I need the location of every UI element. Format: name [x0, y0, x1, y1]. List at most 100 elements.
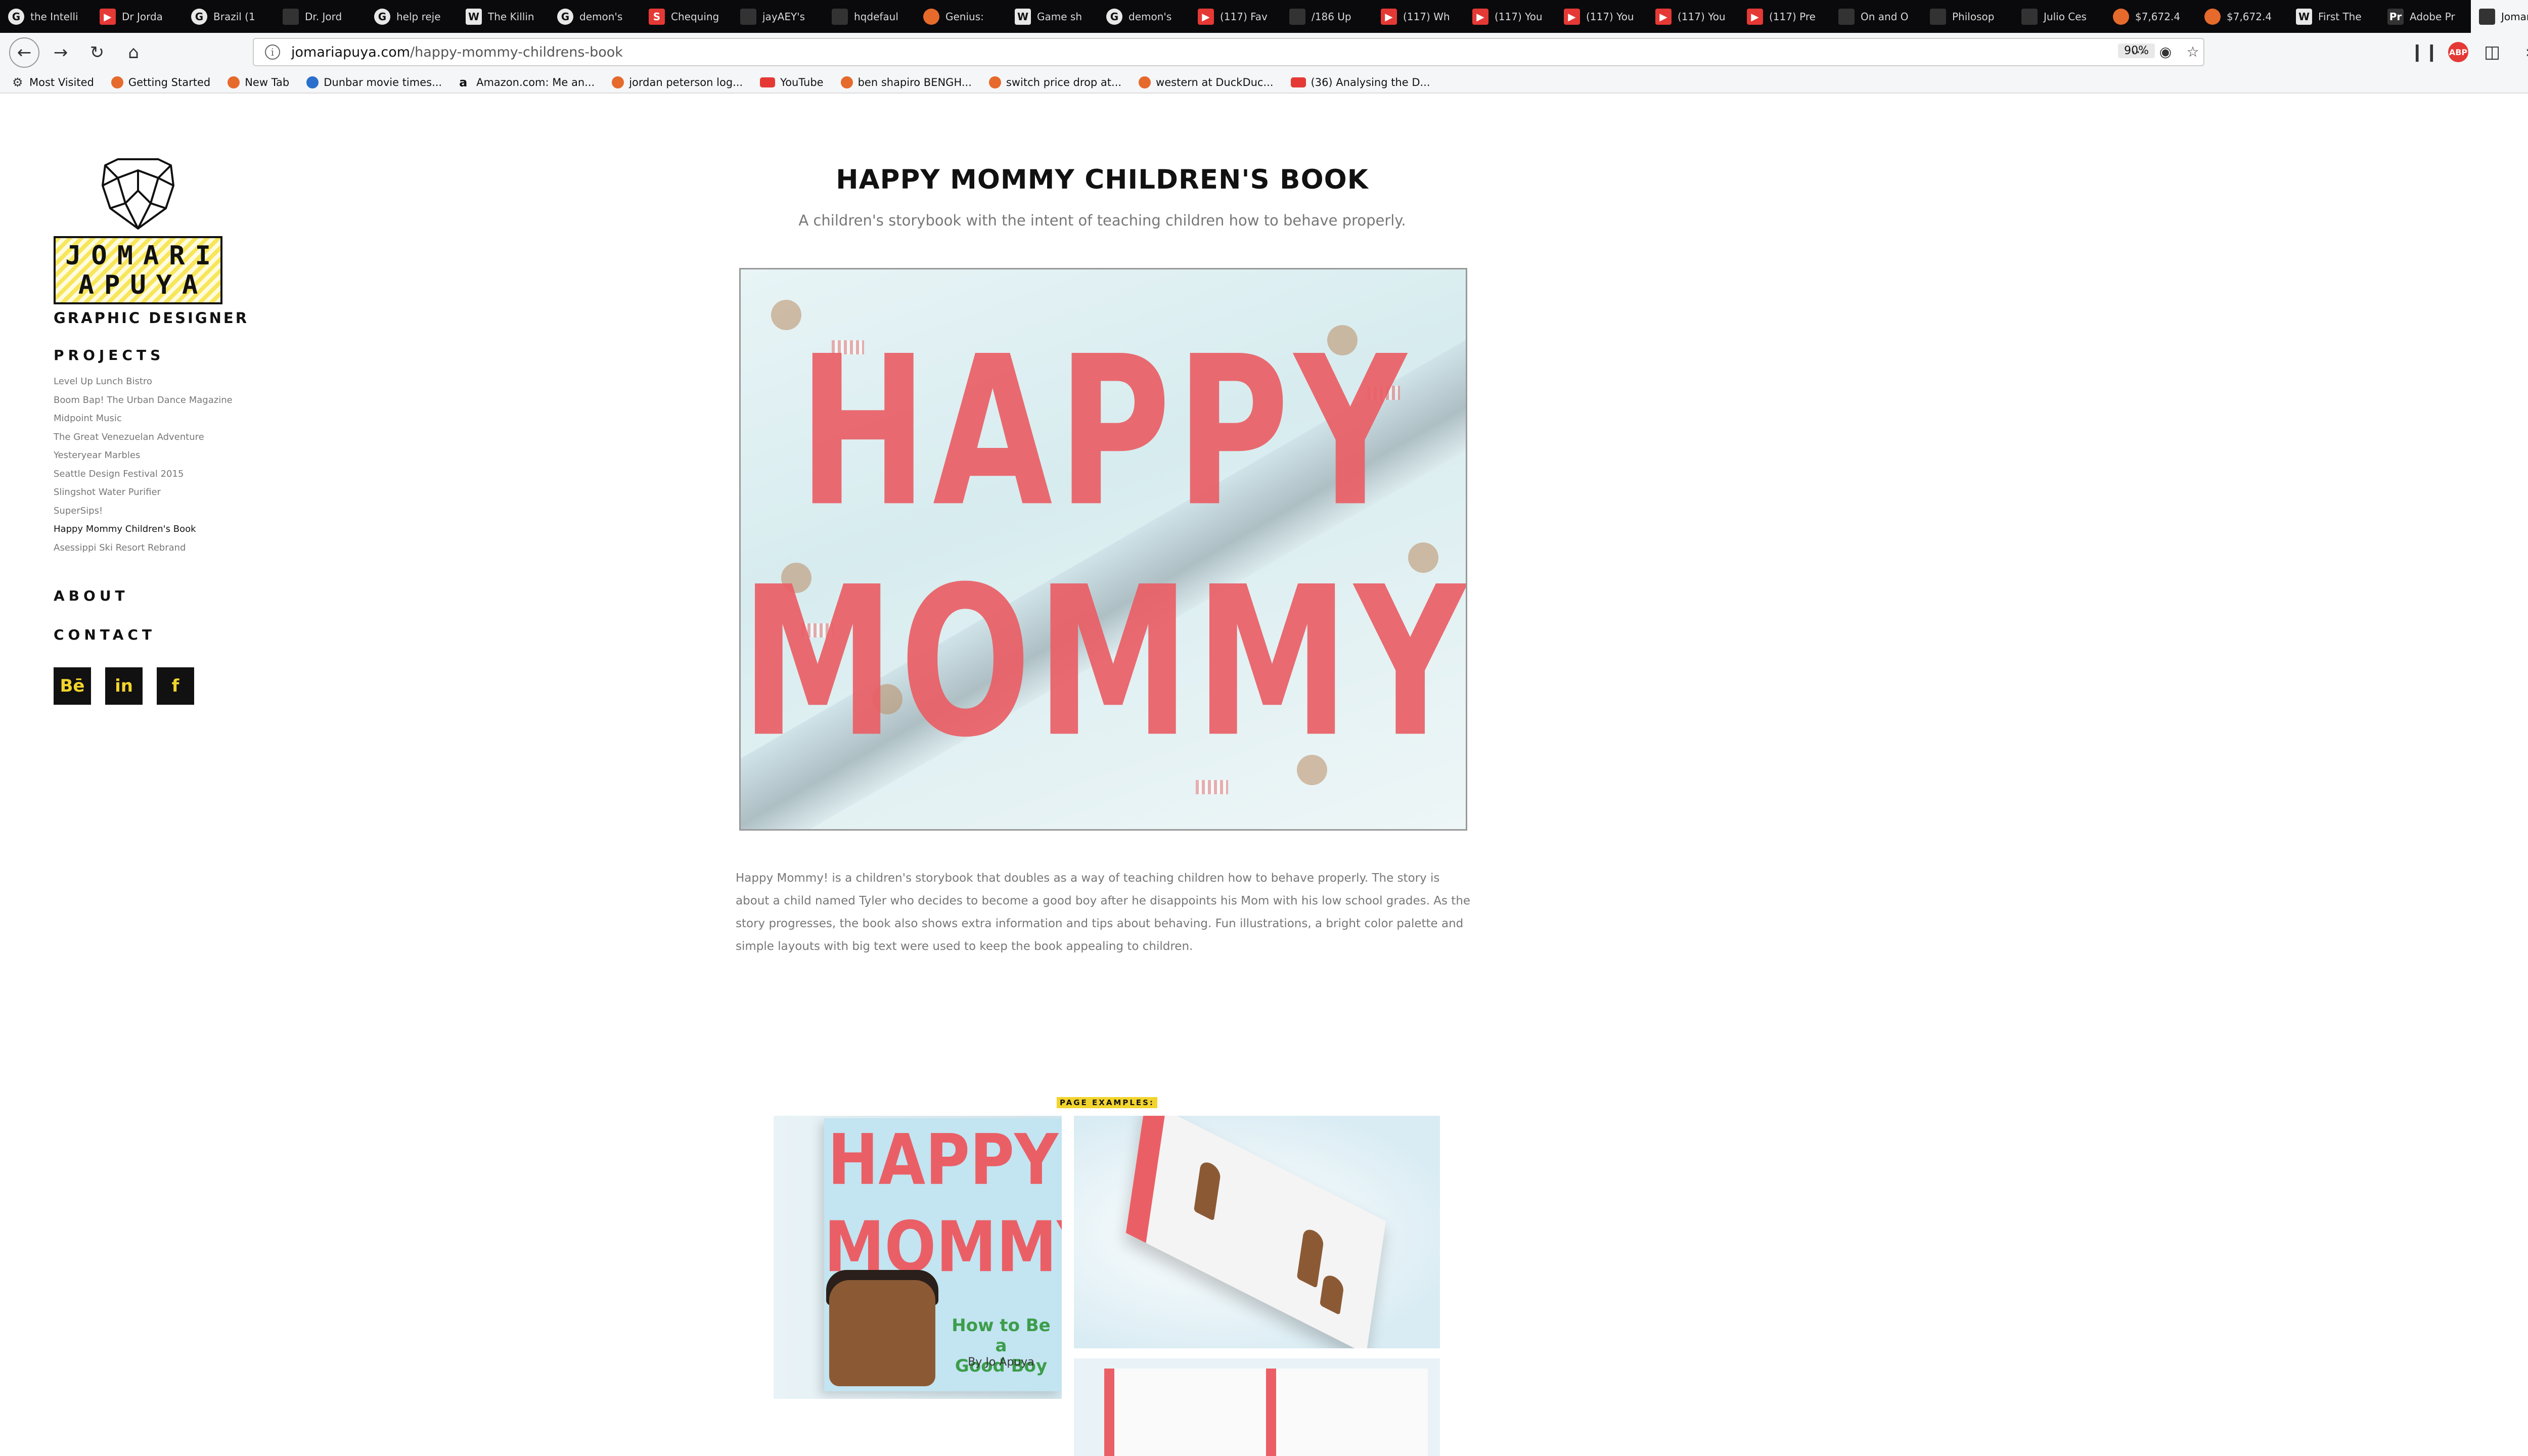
bookmark-item[interactable]: switch price drop at... — [988, 76, 1121, 88]
site-info-icon[interactable]: i — [265, 44, 280, 60]
site-icon — [2479, 8, 2495, 25]
forward-button[interactable]: → — [46, 37, 76, 68]
bookmark-item[interactable]: a Amazon.com: Me an... — [459, 76, 595, 88]
linkedin-icon[interactable]: in — [105, 667, 143, 705]
url-bar[interactable]: i jomariapuya.com/happy-mommy-childrens-… — [253, 38, 2204, 66]
adblock-icon[interactable]: ABP — [2448, 42, 2468, 62]
browser-tab[interactable]: Ghelp reje — [366, 0, 458, 33]
project-link[interactable]: Slingshot Water Purifier — [54, 483, 266, 502]
tab-label: First The — [2318, 10, 2362, 23]
bookmark-item[interactable]: ⚙ Most Visited — [12, 76, 94, 88]
browser-tab[interactable]: Jomar✕ — [2471, 0, 2528, 33]
page-actions-icon[interactable]: ⋯ — [2128, 41, 2149, 62]
browser-tab[interactable]: Gdemon's — [549, 0, 641, 33]
browser-tab[interactable]: /186 Up — [1281, 0, 1373, 33]
browser-tab[interactable]: S Chequing — [641, 0, 732, 33]
bookmark-item[interactable]: ben shapiro BENGH... — [840, 76, 972, 88]
reload-button[interactable]: ↻ — [82, 37, 112, 68]
browser-tab[interactable]: Julio Ces — [2013, 0, 2105, 33]
page-subtitle: A children's storybook with the intent o… — [798, 212, 1406, 229]
google-icon: G — [1106, 8, 1122, 25]
youtube-icon: ▶ — [1564, 8, 1580, 25]
browser-tab[interactable]: ▶ Dr Jorda — [92, 0, 183, 33]
projects-heading: PROJECTS — [54, 347, 165, 363]
example-cover-image[interactable]: HAPPY MOMMY How to Be a Good Boy By Jo A… — [774, 1116, 1062, 1399]
browser-tab[interactable]: W First The — [2288, 0, 2379, 33]
book-cover: HAPPY MOMMY How to Be a Good Boy By Jo A… — [824, 1118, 1062, 1391]
hero-title-line-2: MOMMY — [741, 542, 1467, 783]
bookmark-item[interactable]: YouTube — [760, 76, 824, 88]
bookmark-label: western at DuckDuc... — [1156, 76, 1274, 88]
browser-tab[interactable]: ▶ (117) You — [1556, 0, 1647, 33]
browser-tab[interactable]: $7,672.4 — [2196, 0, 2288, 33]
contact-link[interactable]: CONTACT — [54, 626, 266, 643]
tab-label: Philosop — [1952, 10, 1995, 23]
project-link[interactable]: Boom Bap! The Urban Dance Magazine — [54, 391, 266, 410]
browser-tab[interactable]: W The Killin — [458, 0, 549, 33]
tab-label: (117) You — [1495, 10, 1543, 23]
bookmark-item[interactable]: Dunbar movie times... — [306, 76, 442, 88]
home-button[interactable]: ⌂ — [118, 37, 149, 68]
browser-tab[interactable]: ▶ (117) Wh — [1373, 0, 1464, 33]
example-spread-image[interactable] — [1074, 1116, 1440, 1348]
facebook-icon[interactable]: f — [157, 667, 194, 705]
project-link[interactable]: Asessippi Ski Resort Rebrand — [54, 539, 266, 558]
bookmark-star-icon[interactable]: ☆ — [2182, 41, 2203, 62]
browser-tab[interactable]: ▶ (117) Fav — [1190, 0, 1281, 33]
site-icon — [740, 8, 756, 25]
adobe-icon: Pr — [2387, 8, 2404, 25]
browser-tab[interactable]: Philosop — [1922, 0, 2013, 33]
browser-tab[interactable]: ▶ (117) You — [1464, 0, 1556, 33]
browser-tab[interactable]: hqdefaul — [824, 0, 915, 33]
behance-icon[interactable]: Bē — [54, 667, 91, 705]
browser-tab[interactable]: ▶ (117) You — [1647, 0, 1739, 33]
bear-logo-icon[interactable] — [95, 155, 181, 231]
browser-tab[interactable]: Genius: — [915, 0, 1007, 33]
page-title: HAPPY MOMMY CHILDREN'S BOOK — [836, 164, 1369, 195]
book-page — [1104, 1369, 1266, 1456]
tab-label: (117) You — [1586, 10, 1634, 23]
bookmark-item[interactable]: Getting Started — [111, 76, 210, 88]
bookmark-item[interactable]: New Tab — [228, 76, 289, 88]
browser-tab[interactable]: jayAEY's — [732, 0, 824, 33]
project-link[interactable]: Seattle Design Festival 2015 — [54, 465, 266, 484]
site-icon — [1289, 8, 1305, 25]
logo-wordmark[interactable]: JOMARI APUYA — [54, 236, 222, 304]
project-link[interactable]: Midpoint Music — [54, 410, 266, 428]
project-link[interactable]: Level Up Lunch Bistro — [54, 373, 266, 391]
project-link[interactable]: Happy Mommy Children's Book — [54, 520, 266, 539]
tab-label: Game sh — [1037, 10, 1082, 23]
book-page — [1266, 1369, 1428, 1456]
library-icon[interactable]: ❙❙ — [2410, 37, 2439, 67]
project-link[interactable]: Yesteryear Marbles — [54, 446, 266, 465]
pocket-icon[interactable]: ◉ — [2155, 41, 2176, 62]
tab-label: /186 Up — [1312, 10, 1351, 23]
tab-label: (117) Fav — [1220, 10, 1268, 23]
browser-tab[interactable]: ▶ (117) Pre — [1739, 0, 1830, 33]
bookmark-item[interactable]: jordan peterson log... — [612, 76, 743, 88]
tab-label: (117) You — [1678, 10, 1726, 23]
wikipedia-icon: W — [2296, 8, 2312, 25]
tab-label: Brazil (1 — [213, 10, 255, 23]
example-pages-image[interactable] — [1074, 1358, 1440, 1456]
browser-tab[interactable]: Dr. Jord — [275, 0, 366, 33]
project-link[interactable]: SuperSips! — [54, 502, 266, 521]
firefox-icon — [111, 76, 123, 88]
browser-tab[interactable]: $7,672.4 — [2105, 0, 2196, 33]
tab-label: hqdefaul — [854, 10, 898, 23]
bookmark-item[interactable]: western at DuckDuc... — [1139, 76, 1274, 88]
tab-label: $7,672.4 — [2227, 10, 2272, 23]
project-link[interactable]: The Great Venezuelan Adventure — [54, 428, 266, 447]
about-link[interactable]: ABOUT — [54, 587, 266, 604]
browser-tab[interactable]: W Game sh — [1007, 0, 1098, 33]
sidebar-toggle-icon[interactable]: ◫ — [2477, 37, 2507, 67]
browser-tab[interactable]: Gdemon's — [1098, 0, 1190, 33]
toolbar-right: ❙❙ ABP ◫ » ☰ — [2410, 37, 2528, 67]
browser-tab[interactable]: Pr Adobe Pr — [2379, 0, 2471, 33]
browser-tab[interactable]: On and O — [1830, 0, 1922, 33]
browser-tab[interactable]: Gthe Intelli — [0, 0, 92, 33]
browser-tab[interactable]: G Brazil (1 — [183, 0, 275, 33]
back-button[interactable]: ← — [9, 37, 39, 68]
overflow-chevron-icon[interactable]: » — [2516, 37, 2528, 67]
bookmark-item[interactable]: (36) Analysing the D... — [1290, 76, 1430, 88]
